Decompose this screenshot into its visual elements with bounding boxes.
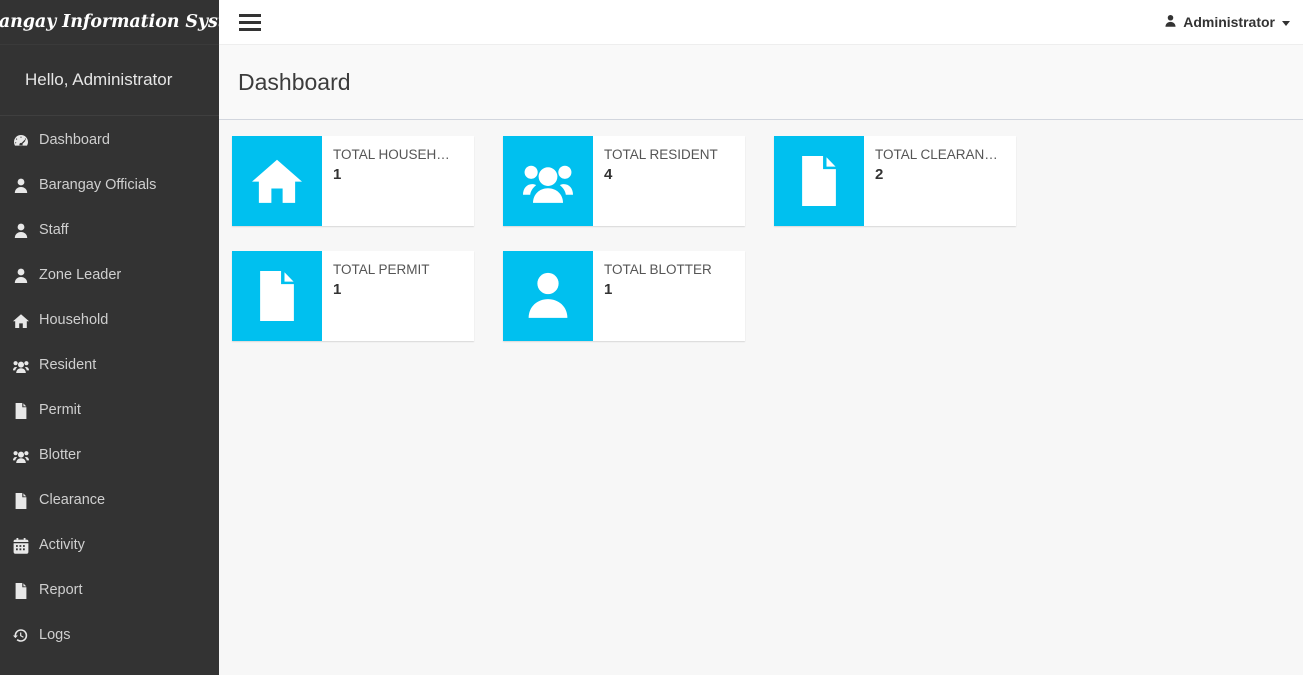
stat-card[interactable]: TOTAL BLOTTER 1 [503,251,745,341]
stat-card[interactable]: TOTAL HOUSEH… 1 [232,136,474,226]
content-header: Dashboard [219,45,1303,120]
sidebar-item-label: Zone Leader [39,267,122,284]
hamburger-bar [239,27,261,31]
dashboard-icon [13,133,39,149]
user-icon [503,251,593,341]
sidebar: Barangay Information System Hello, Admin… [0,0,219,675]
stat-card-value: 1 [333,281,342,299]
sidebar-item-label: Barangay Officials [39,177,157,194]
sidebar-item-barangay-officials[interactable]: Barangay Officials [0,163,219,208]
user-icon [13,268,39,284]
sidebar-item-label: Dashboard [39,132,110,149]
stat-card-content: TOTAL BLOTTER 1 [593,251,745,341]
sidebar-item-resident[interactable]: Resident [0,343,219,388]
stat-card-label: TOTAL HOUSEH… [333,147,450,162]
page-title: Dashboard [238,68,351,95]
stat-card-label: TOTAL PERMIT [333,262,430,277]
stat-card[interactable]: TOTAL CLEARAN… 2 [774,136,1016,226]
file-icon [13,492,39,509]
stat-card[interactable]: TOTAL PERMIT 1 [232,251,474,341]
stat-card-label: TOTAL CLEARAN… [875,147,998,162]
stat-card-value: 2 [875,166,884,184]
stat-card-value: 1 [604,281,613,299]
greeting-text: Hello, Administrator [25,70,173,89]
stat-card-cell: TOTAL HOUSEH… 1 [232,136,503,226]
stat-card-content: TOTAL PERMIT 1 [322,251,474,341]
sidebar-item-activity[interactable]: Activity [0,523,219,568]
sidebar-item-label: Permit [39,402,81,419]
hamburger-bar [239,13,261,17]
hamburger-bar [239,20,261,24]
sidebar-item-blotter[interactable]: Blotter [0,433,219,478]
user-menu-dropdown[interactable]: Administrator [1164,14,1290,31]
sidebar-item-permit[interactable]: Permit [0,388,219,433]
user-icon [1164,14,1177,31]
users-icon [13,448,39,464]
stat-card-cell: TOTAL BLOTTER 1 [503,251,774,341]
users-icon [503,136,593,226]
sidebar-menu: Dashboard Barangay Officials Staff Zone Lea… [0,116,219,658]
sidebar-item-zone-leader[interactable]: Zone Leader [0,253,219,298]
file-icon [232,251,322,341]
stat-card-content: TOTAL RESIDENT 4 [593,136,745,226]
sidebar-item-label: Report [39,582,83,599]
stat-card-value: 1 [333,166,342,184]
sidebar-item-label: Staff [39,222,69,239]
stat-card-grid: TOTAL HOUSEH… 1 TOTAL RESIDENT 4 TOTAL CLEAR… [232,136,1303,366]
sidebar-item-clearance[interactable]: Clearance [0,478,219,523]
file-icon [13,402,39,419]
user-greeting-panel: Hello, Administrator [0,45,219,116]
app-root: Barangay Information System Hello, Admin… [0,0,1303,675]
sidebar-item-label: Logs [39,627,71,644]
stat-card-label: TOTAL BLOTTER [604,262,712,277]
file-icon [774,136,864,226]
file-icon [13,582,39,599]
history-icon [13,628,39,644]
sidebar-item-household[interactable]: Household [0,298,219,343]
caret-down-icon [1282,20,1290,26]
home-icon [232,136,322,226]
user-icon [13,223,39,239]
sidebar-item-staff[interactable]: Staff [0,208,219,253]
sidebar-nav: Dashboard Barangay Officials Staff Zone Lea… [0,116,219,658]
sidebar-item-report[interactable]: Report [0,568,219,613]
stat-card-cell: TOTAL RESIDENT 4 [503,136,774,226]
home-icon [13,313,39,329]
sidebar-item-label: Resident [39,357,97,374]
users-icon [13,358,39,374]
calendar-icon [13,537,39,554]
main-content: TOTAL HOUSEH… 1 TOTAL RESIDENT 4 TOTAL CLEAR… [219,121,1303,675]
stat-card-cell: TOTAL PERMIT 1 [232,251,503,341]
user-menu-label: Administrator [1183,14,1275,30]
sidebar-item-logs[interactable]: Logs [0,613,219,658]
stat-card-value: 4 [604,166,613,184]
stat-card-cell: TOTAL CLEARAN… 2 [774,136,1045,226]
stat-card-content: TOTAL HOUSEH… 1 [322,136,474,226]
top-navbar: Administrator [219,0,1303,45]
stat-card-label: TOTAL RESIDENT [604,147,718,162]
sidebar-item-label: Household [39,312,109,329]
user-icon [13,178,39,194]
brand-logo[interactable]: Barangay Information System [0,0,219,45]
sidebar-item-label: Blotter [39,447,81,464]
sidebar-item-label: Activity [39,537,85,554]
sidebar-item-dashboard[interactable]: Dashboard [0,118,219,163]
stat-card-content: TOTAL CLEARAN… 2 [864,136,1016,226]
sidebar-item-label: Clearance [39,492,106,509]
stat-card[interactable]: TOTAL RESIDENT 4 [503,136,745,226]
hamburger-icon[interactable] [227,0,273,45]
brand-title: Barangay Information System [0,12,219,32]
